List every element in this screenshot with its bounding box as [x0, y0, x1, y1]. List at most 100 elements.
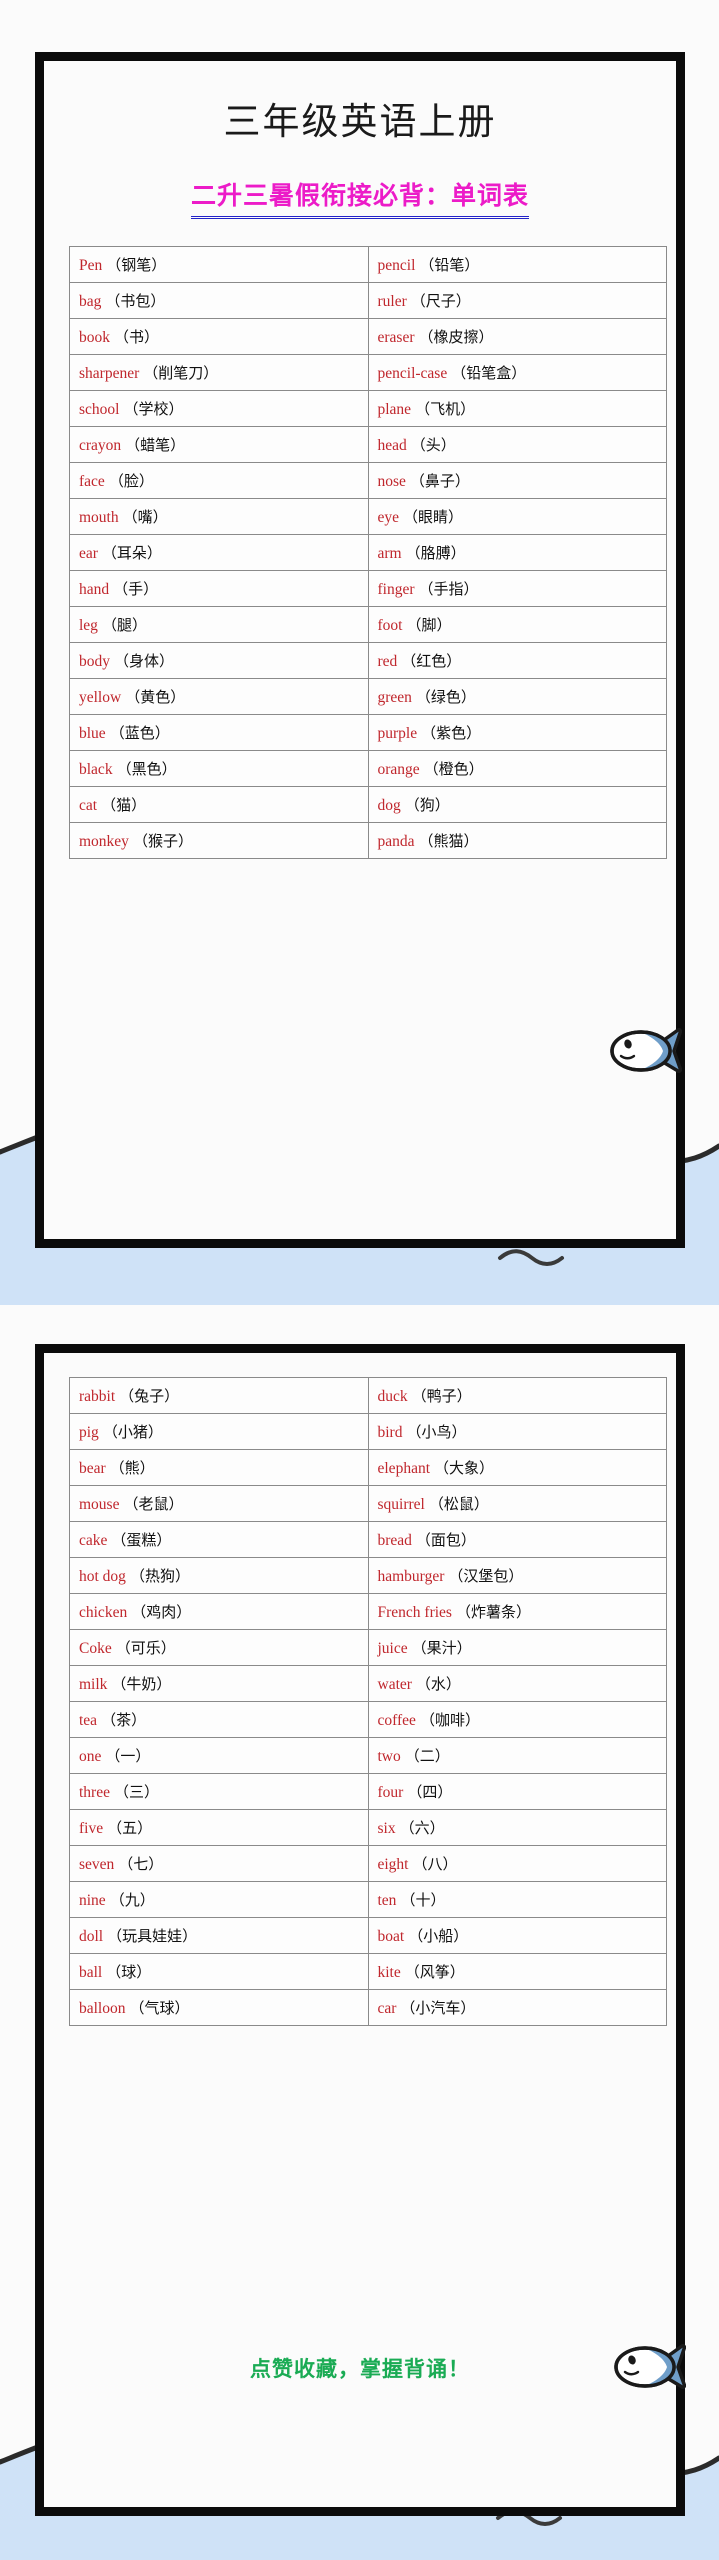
- english-word: two: [377, 1748, 401, 1765]
- chinese-meaning: （五）: [107, 1820, 153, 1837]
- chinese-meaning: （熊猫）: [418, 833, 479, 850]
- word-cell: three （三）: [69, 1773, 369, 1810]
- chinese-meaning: （球）: [106, 1964, 152, 1981]
- chinese-meaning: （猫）: [101, 797, 147, 814]
- table-row: face （脸） nose （鼻子）: [69, 462, 667, 499]
- word-cell: juice （果汁）: [367, 1629, 667, 1666]
- word-cell: pencil-case （铅笔盒）: [367, 354, 667, 391]
- table-row: black （黑色） orange （橙色）: [69, 750, 667, 787]
- word-cell: seven （七）: [69, 1845, 369, 1882]
- chinese-meaning: （胳膊）: [405, 545, 466, 562]
- vocabulary-panel-two: rabbit （兔子） duck （鸭子） pig （小猪） bird （小鸟） bea…: [35, 1344, 685, 2516]
- chinese-meaning: （红色）: [401, 653, 462, 670]
- english-word: juice: [377, 1640, 408, 1657]
- chinese-meaning: （八）: [412, 1856, 458, 1873]
- english-word: nose: [377, 473, 406, 490]
- chinese-meaning: （削笔刀）: [143, 365, 219, 382]
- word-cell: mouth （嘴）: [69, 498, 369, 535]
- english-word: pencil-case: [377, 365, 448, 382]
- chinese-meaning: （小鸟）: [406, 1424, 467, 1441]
- word-cell: sharpener （削笔刀）: [69, 354, 369, 391]
- table-row: cake （蛋糕） bread （面包）: [69, 1521, 667, 1558]
- word-cell: leg （腿）: [69, 606, 369, 643]
- word-cell: bag （书包）: [69, 282, 369, 319]
- english-word: Coke: [79, 1640, 112, 1657]
- chinese-meaning: （面包）: [415, 1532, 476, 1549]
- chinese-meaning: （一）: [105, 1748, 151, 1765]
- english-word: face: [79, 473, 105, 490]
- chinese-meaning: （熊）: [109, 1460, 155, 1477]
- english-word: arm: [377, 545, 402, 562]
- english-word: pencil: [377, 257, 416, 274]
- word-cell: elephant （大象）: [367, 1449, 667, 1486]
- english-word: eye: [377, 509, 400, 526]
- word-cell: duck （鸭子）: [367, 1377, 667, 1414]
- english-word: ear: [79, 545, 98, 562]
- chinese-meaning: （橡皮擦）: [418, 329, 494, 346]
- english-word: ball: [79, 1964, 103, 1981]
- english-word: five: [79, 1820, 104, 1837]
- table-row: rabbit （兔子） duck （鸭子）: [69, 1377, 667, 1414]
- english-word: three: [79, 1784, 110, 1801]
- table-row: ball （球） kite （风筝）: [69, 1953, 667, 1990]
- word-cell: ten （十）: [367, 1881, 667, 1918]
- english-word: blue: [79, 725, 106, 742]
- english-word: crayon: [79, 437, 122, 454]
- english-word: car: [377, 2000, 397, 2017]
- chinese-meaning: （狗）: [404, 797, 450, 814]
- english-word: four: [377, 1784, 404, 1801]
- english-word: duck: [377, 1388, 408, 1405]
- word-cell: red （红色）: [367, 642, 667, 679]
- chinese-meaning: （嘴）: [122, 509, 168, 526]
- chinese-meaning: （老鼠）: [123, 1496, 184, 1513]
- page-subtitle-wrap: 二升三暑假衔接必背：单词表: [44, 181, 676, 220]
- table-row: pig （小猪） bird （小鸟）: [69, 1413, 667, 1450]
- chinese-meaning: （紫色）: [421, 725, 482, 742]
- word-cell: blue （蓝色）: [69, 714, 369, 751]
- english-word: bird: [377, 1424, 403, 1441]
- table-row: mouse （老鼠） squirrel （松鼠）: [69, 1485, 667, 1522]
- english-word: coffee: [377, 1712, 416, 1729]
- english-word: water: [377, 1676, 412, 1693]
- english-word: six: [377, 1820, 396, 1837]
- chinese-meaning: （铅笔盒）: [451, 365, 527, 382]
- chinese-meaning: （气球）: [129, 2000, 190, 2017]
- english-word: rabbit: [79, 1388, 116, 1405]
- chinese-meaning: （三）: [113, 1784, 159, 1801]
- chinese-meaning: （松鼠）: [428, 1496, 489, 1513]
- chinese-meaning: （头）: [410, 437, 456, 454]
- word-cell: bird （小鸟）: [367, 1413, 667, 1450]
- word-cell: ball （球）: [69, 1953, 369, 1990]
- word-cell: eye （眼睛）: [367, 498, 667, 535]
- chinese-meaning: （鸡肉）: [131, 1604, 192, 1621]
- word-cell: bear （熊）: [69, 1449, 369, 1486]
- english-word: tea: [79, 1712, 98, 1729]
- word-cell: water （水）: [367, 1665, 667, 1702]
- chinese-meaning: （咖啡）: [419, 1712, 480, 1729]
- table-row: seven （七） eight （八）: [69, 1845, 667, 1882]
- english-word: black: [79, 761, 113, 778]
- word-cell: two （二）: [367, 1737, 667, 1774]
- english-word: French fries: [377, 1604, 452, 1621]
- word-cell: monkey （猴子）: [69, 822, 369, 859]
- chinese-meaning: （九）: [109, 1892, 155, 1909]
- english-word: one: [79, 1748, 102, 1765]
- word-table-one-body: Pen （钢笔） pencil （铅笔） bag （书包） ruler （尺子） boo…: [69, 246, 667, 859]
- table-row: nine （九） ten （十）: [69, 1881, 667, 1918]
- chinese-meaning: （小船）: [408, 1928, 469, 1945]
- chinese-meaning: （猴子）: [132, 833, 193, 850]
- chinese-meaning: （尺子）: [410, 293, 471, 310]
- word-cell: pencil （铅笔）: [367, 246, 667, 283]
- word-cell: Pen （钢笔）: [69, 246, 369, 283]
- chinese-meaning: （玩具娃娃）: [107, 1928, 198, 1945]
- word-cell: five （五）: [69, 1809, 369, 1846]
- table-row: bear （熊） elephant （大象）: [69, 1449, 667, 1486]
- chinese-meaning: （水）: [415, 1676, 461, 1693]
- chinese-meaning: （十）: [400, 1892, 446, 1909]
- table-row: three （三） four （四）: [69, 1773, 667, 1810]
- word-cell: ruler （尺子）: [367, 282, 667, 319]
- word-cell: four （四）: [367, 1773, 667, 1810]
- word-cell: black （黑色）: [69, 750, 369, 787]
- table-row: tea （茶） coffee （咖啡）: [69, 1701, 667, 1738]
- word-cell: balloon （气球）: [69, 1989, 369, 2026]
